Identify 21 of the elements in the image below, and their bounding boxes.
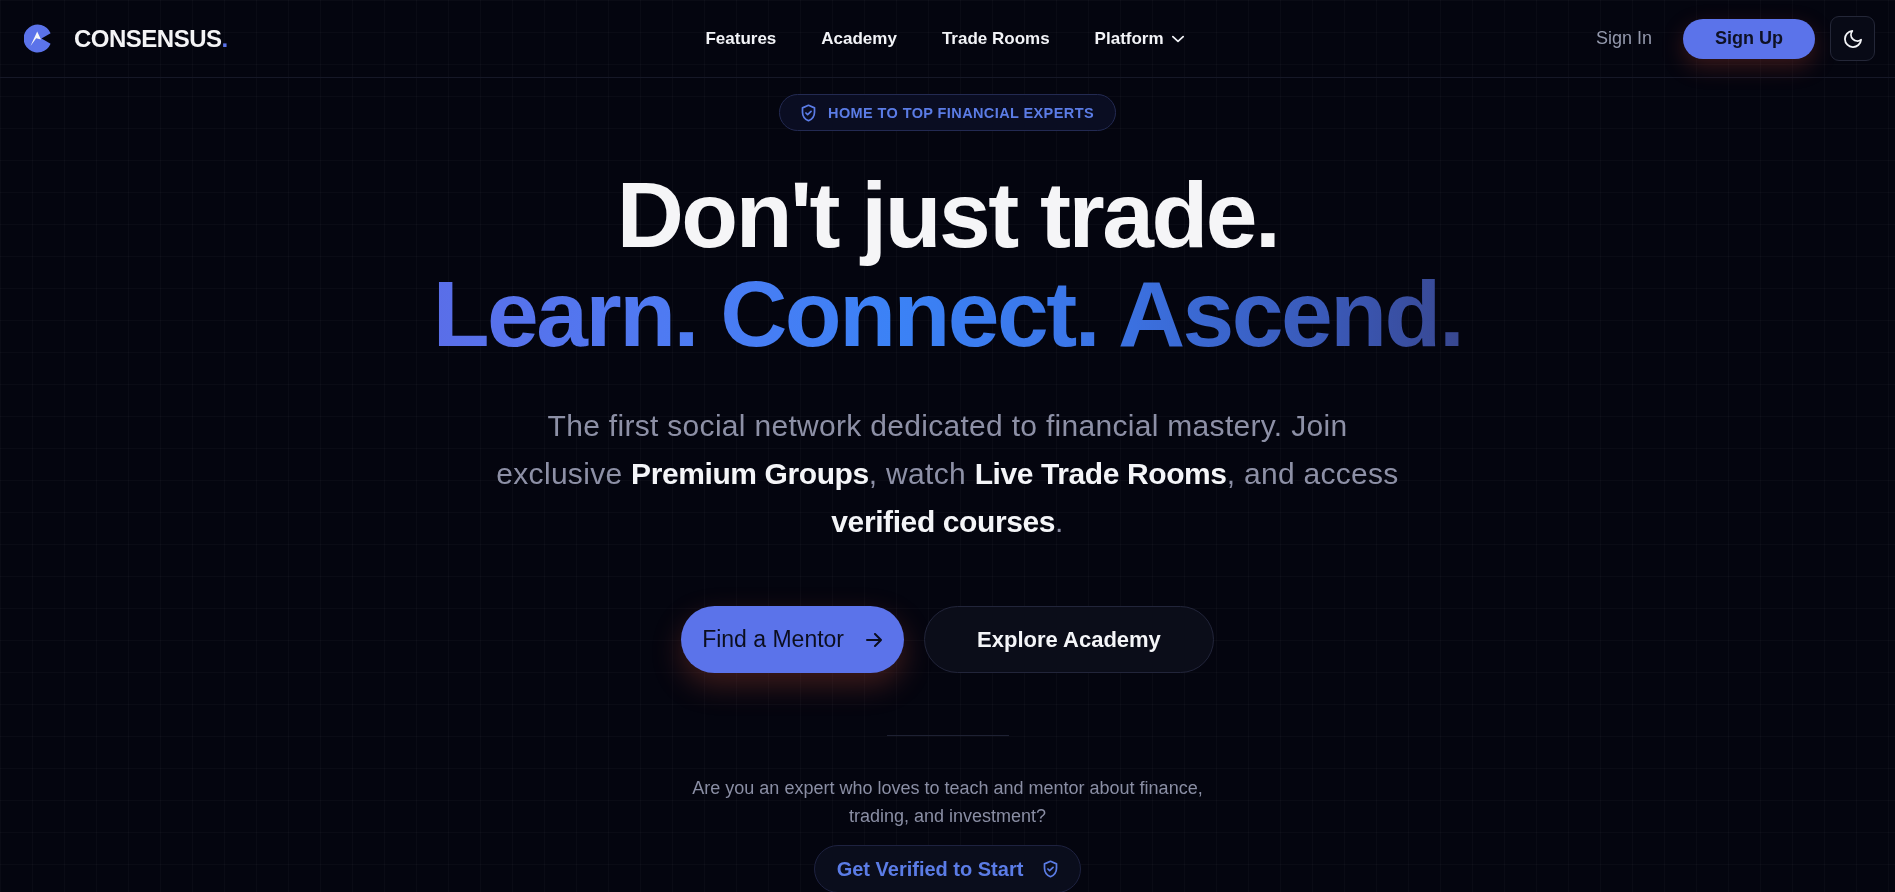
moon-icon <box>1843 29 1862 48</box>
nav-link[interactable]: Academy <box>821 28 897 49</box>
get-verified-button[interactable]: Get Verified to Start <box>813 845 1082 892</box>
headline: Don't just trade. <box>616 166 1279 265</box>
sign-up-button[interactable]: Sign Up <box>1683 18 1815 59</box>
find-mentor-button[interactable]: Find a Mentor <box>681 606 905 673</box>
brand-name[interactable]: CONSENSUS. <box>74 24 228 53</box>
shield-check-icon <box>1043 860 1059 878</box>
chevron-down-icon <box>1171 34 1184 43</box>
nav-link[interactable]: Features <box>705 28 777 49</box>
nav-dropdown[interactable]: Platform <box>1094 28 1184 49</box>
nav-link[interactable]: Trade Rooms <box>941 28 1050 49</box>
sign-in-link[interactable]: Sign In <box>1595 28 1652 49</box>
logo-icon <box>24 24 52 53</box>
intro-paragraph: The first social network dedicated to financial mastery. Join exclusive Premium Groups, watch Live Trade Rooms, and access verified courses. <box>495 408 1400 540</box>
shield-check-icon <box>801 103 817 122</box>
badge-label: HOME TO TOP FINANCIAL EXPERTS <box>828 104 1094 121</box>
theme-toggle-button[interactable] <box>1830 16 1875 61</box>
arrow-right-icon <box>866 632 883 647</box>
expert-question: Are you an expert who loves to teach and mentor about finance, trading, and investment? <box>691 777 1204 828</box>
explore-academy-button[interactable]: Explore Academy <box>924 606 1214 673</box>
